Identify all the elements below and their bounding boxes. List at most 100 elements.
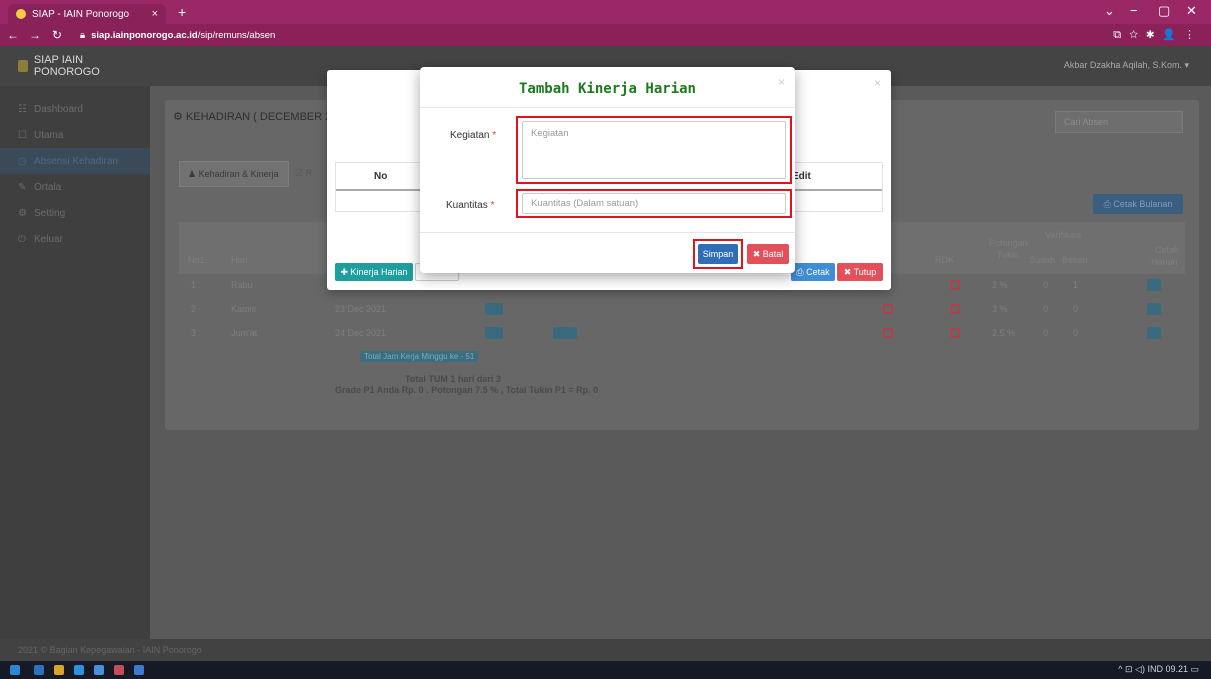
kegiatan-input[interactable]: Kegiatan [522, 121, 786, 179]
browser-tab-bar: SIAP - IAIN Ponorogo × + ⌄ − ▢ ✕ [0, 0, 1211, 24]
col-hari: Hari [231, 255, 248, 265]
row-belum: 0 [1073, 328, 1079, 338]
status-badge [485, 327, 503, 339]
browser-tab[interactable]: SIAP - IAIN Ponorogo × [8, 4, 166, 24]
row-potongan: 3 % [992, 304, 1008, 314]
tab-title: SIAP - IAIN Ponorogo [32, 8, 130, 20]
cetak-button[interactable]: ⎙ Cetak [791, 263, 835, 281]
user-name: Akbar Dzakha Aqilah, S.Kom. [1063, 60, 1182, 70]
tab-search-icon[interactable]: ⌄ [1104, 3, 1115, 19]
gear-icon: ⚙ [18, 207, 27, 219]
user-menu[interactable]: Akbar Dzakha Aqilah, S.Kom. ▾ [1064, 60, 1189, 71]
sidebar-item-absensi[interactable]: ◷ Absensi Kehadiran [0, 148, 150, 174]
sidebar-label: Setting [34, 207, 66, 219]
forward-icon[interactable]: → [26, 28, 44, 42]
sidebar-label: Ortala [34, 181, 62, 193]
sidebar-label: Utama [34, 129, 64, 141]
col-no: No [374, 171, 388, 182]
dashboard-icon: ☷ [18, 103, 27, 115]
minimize-button[interactable]: − [1130, 3, 1138, 18]
sidebar-item-utama[interactable]: ☐ Utama [0, 122, 150, 148]
app-icon[interactable] [94, 665, 104, 675]
browser-toolbar-icons[interactable]: ⧉☆✱👤⋮ [1113, 28, 1203, 42]
brand[interactable]: SIAP IAIN PONOROGO [0, 46, 150, 86]
sidebar-label: Keluar [34, 233, 63, 245]
sidebar-item-setting[interactable]: ⚙ Setting [0, 200, 150, 226]
tab-close-icon[interactable]: × [152, 8, 158, 20]
kuantitas-input[interactable]: Kuantitas (Dalam satuan) [522, 193, 786, 214]
chrome-icon[interactable] [54, 665, 64, 675]
vscode-icon[interactable] [74, 665, 84, 675]
sidebar-label: Dashboard [34, 103, 83, 115]
footer: 2021 © Bagian Kepegawaian - IAIN Ponorog… [0, 639, 1211, 661]
sidebar-item-ortala[interactable]: ✎ Ortala [0, 174, 150, 200]
back-icon[interactable]: ← [4, 28, 22, 42]
modal-title: Tambah Kinerja Harian [518, 81, 696, 97]
status-badge [485, 303, 503, 315]
col-no: No1. [188, 255, 208, 265]
print-icon[interactable] [1147, 279, 1161, 291]
search-input[interactable]: Cari Absen [1055, 111, 1183, 133]
tambah-kinerja-modal: × Tambah Kinerja Harian Kegiatan * Kegia… [420, 67, 795, 273]
row-belum: 1 [1073, 280, 1079, 290]
kinerja-harian-button[interactable]: ✚ Kinerja Harian [335, 263, 413, 281]
tab-r[interactable]: ☑ R [295, 168, 312, 179]
checkbox[interactable] [883, 328, 893, 338]
print-icon[interactable] [1147, 327, 1161, 339]
sidebar-label: Absensi Kehadiran [34, 155, 118, 167]
col-rdk: RDK [935, 255, 955, 265]
explorer-icon[interactable] [34, 665, 44, 675]
url-field[interactable]: 🔒︎ siap.iainponorogo.ac.id/sip/remuns/ab… [80, 30, 275, 41]
col-sudah: Sudah [1029, 255, 1056, 265]
close-window-button[interactable]: ✕ [1186, 3, 1197, 19]
address-bar: ← → ↻ 🔒︎ siap.iainponorogo.ac.id/sip/rem… [0, 24, 1211, 46]
row-date: 24 Dec 2021 [335, 328, 387, 338]
row-hari: Jum'at [231, 328, 258, 338]
divider [420, 232, 795, 233]
reload-icon[interactable]: ↻ [48, 28, 66, 42]
col-harian: Harian [1151, 257, 1178, 267]
simpan-button[interactable]: Simpan [698, 244, 738, 264]
sidebar-item-keluar[interactable]: ⏻ Keluar [0, 226, 150, 252]
grade-line: Grade P1 Anda Rp. 0 . Potongan 7.5 % , T… [335, 385, 599, 395]
page-icon: ☐ [18, 129, 27, 141]
checkbox[interactable] [883, 304, 893, 314]
edit-icon: ✎ [18, 181, 27, 193]
lock-icon: 🔒︎ [80, 29, 86, 41]
total-tum: Total TUM 1 hari dari 3 [405, 374, 501, 384]
rdk-checkbox[interactable] [950, 328, 960, 338]
app-icon[interactable] [134, 665, 144, 675]
new-tab-button[interactable]: + [178, 4, 186, 20]
cetak-bulanan-button[interactable]: ⎙ Cetak Bulanan [1093, 194, 1183, 214]
row-no: 3 [191, 328, 197, 338]
url-path: /sip/remuns/absen [197, 29, 276, 41]
maximize-button[interactable]: ▢ [1158, 3, 1170, 19]
rdk-checkbox[interactable] [950, 304, 960, 314]
divider [420, 107, 795, 108]
row-sudah: 0 [1043, 280, 1049, 290]
row-no: 1 [191, 280, 197, 290]
tutup-button[interactable]: ✖ Tutup [837, 263, 883, 281]
close-icon[interactable]: × [874, 76, 881, 90]
time-badge [553, 327, 577, 339]
row-sudah: 0 [1043, 304, 1049, 314]
chrome-active-icon[interactable] [114, 665, 124, 675]
batal-button[interactable]: ✖ Batal [747, 244, 789, 264]
col-cetak: Cetak [1155, 245, 1179, 255]
row-date: 23 Dec 2021 [335, 304, 387, 314]
sidebar-item-dashboard[interactable]: ☷ Dashboard [0, 96, 150, 122]
panel-title: ⚙ KEHADIRAN ( DECEMBER 20 [173, 111, 338, 123]
clock-icon: ◷ [18, 155, 27, 167]
row-potongan: 2.5 % [992, 328, 1016, 338]
tab-kehadiran-kinerja[interactable]: ♟ Kehadiran & Kinerja [179, 161, 289, 187]
kegiatan-label: Kegiatan * [450, 130, 497, 141]
logo-icon [18, 60, 28, 72]
system-tray[interactable]: ^ ⊡ ◁) IND 09.21 ▭ [1118, 664, 1199, 675]
col-potongan: Potongan [989, 238, 1028, 248]
col-verifikasi: Verifikasi [1045, 230, 1082, 240]
row-potongan: 2 % [992, 280, 1008, 290]
rdk-checkbox[interactable] [950, 280, 960, 290]
windows-start-icon[interactable] [10, 665, 20, 675]
print-icon[interactable] [1147, 303, 1161, 315]
favicon-icon [16, 9, 26, 19]
